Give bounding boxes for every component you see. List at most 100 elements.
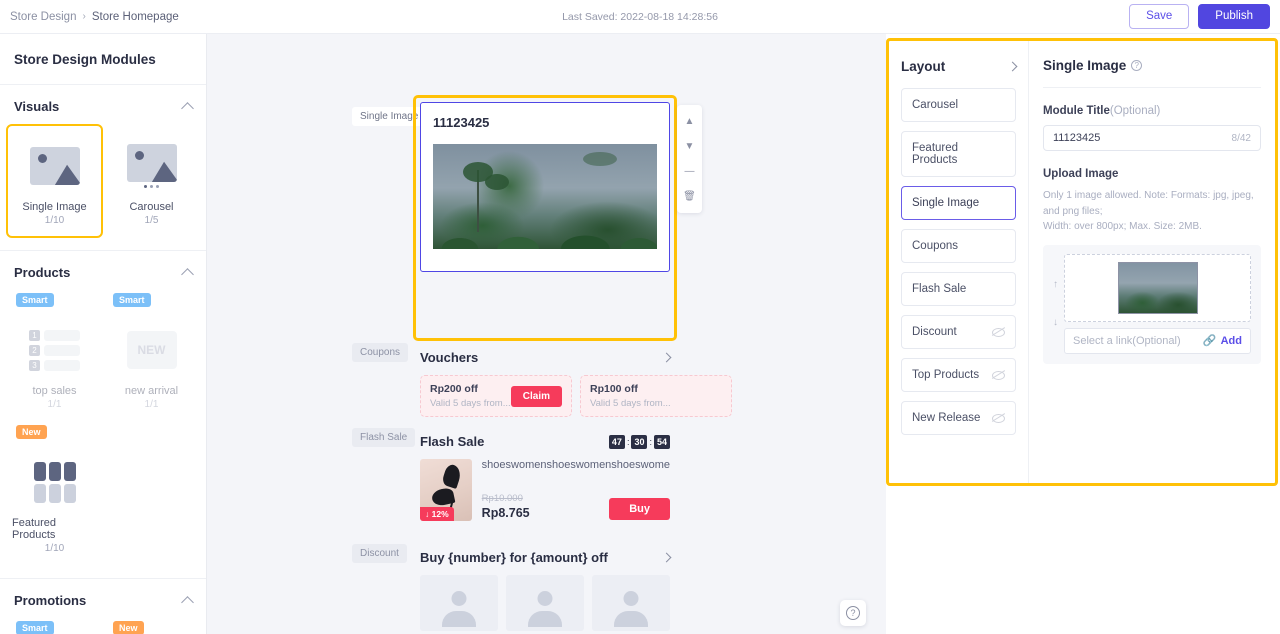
chevron-up-icon[interactable] (181, 595, 194, 609)
uploaded-image-thumbnail[interactable] (1117, 261, 1198, 314)
sidebar-section-promotions[interactable]: Promotions (0, 579, 206, 618)
image-dropzone[interactable] (1064, 253, 1251, 322)
right-panels: Layout Carousel Featured Products Single… (886, 38, 1278, 486)
layout-item-label: New Release (912, 412, 981, 424)
module-card-count: 1/10 (44, 215, 65, 226)
discount-section: Buy {number} for {amount} off (420, 550, 672, 631)
voucher-validity: Valid 5 days from... (590, 398, 671, 409)
collapse-icon[interactable]: — (683, 165, 696, 178)
layout-item-new-release[interactable]: New Release (901, 401, 1016, 435)
module-card-count: 1/5 (144, 215, 159, 226)
layout-panel-title: Layout (901, 59, 946, 74)
move-up-icon[interactable]: ↑ (1053, 279, 1058, 290)
layout-panel: Layout Carousel Featured Products Single… (889, 41, 1029, 483)
voucher-card[interactable]: Rp200 off Valid 5 days from... Claim (420, 375, 572, 417)
section-label-promotions: Promotions (14, 593, 87, 608)
discount-badge: ↓ 12% (420, 507, 454, 521)
link-placeholder: Select a link(Optional) (1073, 334, 1181, 347)
sidebar-section-visuals[interactable]: Visuals (0, 85, 206, 124)
single-image-module-preview[interactable]: 11123425 (420, 102, 670, 272)
layout-item-label: Carousel (912, 99, 959, 111)
layout-item-coupons[interactable]: Coupons (901, 229, 1016, 263)
flash-sale-title: Flash Sale (420, 434, 485, 449)
image-placeholder-icon (29, 138, 80, 194)
carousel-icon (126, 138, 177, 194)
publish-button[interactable]: Publish (1198, 3, 1270, 30)
flash-sale-product-image[interactable]: ↓ 12% (420, 459, 472, 521)
module-tag-flash-sale[interactable]: Flash Sale (352, 428, 416, 447)
delete-icon[interactable]: 🗑 (683, 190, 696, 203)
promotions-badges-row: Smart New (0, 618, 206, 634)
settings-panel-title: Single Image (1043, 58, 1127, 73)
voucher-name: Rp100 off (590, 383, 638, 395)
section-label-products: Products (14, 265, 71, 280)
store-design-modules-sidebar: Store Design Modules Visuals Single Imag… (0, 34, 207, 634)
chevron-up-icon[interactable] (181, 101, 194, 115)
layout-item-label: Featured Products (912, 142, 959, 166)
module-card-new-arrival[interactable]: NEW new arrival 1/1 (103, 308, 200, 422)
layout-item-label: Single Image (912, 197, 980, 209)
module-card-featured-products[interactable]: Featured Products 1/10 (6, 440, 103, 566)
layout-item-top-products[interactable]: Top Products (901, 358, 1016, 392)
module-card-label: Featured Products (12, 517, 57, 541)
add-label: Add (1220, 334, 1242, 347)
help-circle-icon: ? (846, 606, 860, 620)
move-down-icon[interactable]: ▼ (683, 140, 696, 153)
visuals-module-grid: Single Image 1/10 Carousel 1/5 (0, 124, 206, 238)
buy-button[interactable]: Buy (609, 498, 670, 520)
vouchers-title: Vouchers (420, 350, 479, 365)
discount-title: Buy {number} for {amount} off (420, 550, 608, 565)
module-tag-coupons[interactable]: Coupons (352, 343, 409, 362)
top-actions: Save Publish (1129, 3, 1270, 30)
move-up-icon[interactable]: ▲ (683, 115, 696, 128)
module-card-count: 1/1 (47, 399, 62, 410)
products-badges-row: Smart Smart (0, 290, 206, 308)
move-down-icon[interactable]: ↓ (1053, 317, 1058, 328)
link-field[interactable]: Select a link(Optional) 🔗 Add (1064, 327, 1251, 354)
eye-hidden-icon[interactable] (992, 327, 1005, 338)
chevron-right-icon[interactable] (661, 352, 672, 363)
add-link-button[interactable]: 🔗 Add (1203, 334, 1242, 348)
save-button[interactable]: Save (1129, 3, 1190, 30)
upload-area: ↑ ↓ Select a link(Optional) 🔗 Add (1043, 244, 1261, 364)
module-card-count: 1/1 (144, 399, 159, 410)
char-counter: 8/42 (1231, 132, 1251, 144)
badge-new: New (113, 621, 144, 634)
original-price: Rp10.000 (481, 493, 523, 504)
claim-button[interactable]: Claim (510, 385, 562, 407)
help-circle-icon[interactable]: ? (1131, 60, 1143, 71)
module-title-label: Module Title(Optional) (1043, 105, 1161, 117)
eye-hidden-icon[interactable] (992, 413, 1005, 424)
eye-hidden-icon[interactable] (992, 370, 1005, 381)
breadcrumb-root[interactable]: Store Design (10, 11, 76, 23)
badge-new: New (16, 425, 47, 439)
module-card-top-sales[interactable]: 123 top sales 1/1 (6, 308, 103, 422)
chevron-up-icon[interactable] (181, 267, 194, 281)
products-module-grid: 123 top sales 1/1 NEW new arrival 1/1 (0, 308, 206, 422)
vouchers-section: Vouchers Rp200 off Valid 5 days from... … (420, 350, 732, 417)
preview-module-title: 11123425 (433, 115, 490, 130)
flash-sale-product-name: shoeswomenshoeswomenshoeswome (481, 459, 670, 471)
module-tag-discount[interactable]: Discount (352, 544, 407, 563)
module-title-input[interactable]: 11123425 8/42 (1043, 125, 1261, 151)
voucher-card[interactable]: Rp100 off Valid 5 days from... (580, 375, 732, 417)
layout-item-carousel[interactable]: Carousel (901, 88, 1016, 122)
module-title-value: 11123425 (1053, 132, 1101, 144)
layout-item-featured-products[interactable]: Featured Products (901, 131, 1016, 177)
sale-price: Rp8.765 (481, 506, 530, 520)
badge-smart: Smart (113, 293, 151, 307)
badge-smart: Smart (16, 293, 54, 307)
last-saved-label: Last Saved: 2022-08-18 14:28:56 (562, 10, 718, 23)
layout-item-flash-sale[interactable]: Flash Sale (901, 272, 1016, 306)
module-card-carousel[interactable]: Carousel 1/5 (103, 124, 200, 238)
layout-item-single-image[interactable]: Single Image (901, 186, 1016, 220)
layout-item-discount[interactable]: Discount (901, 315, 1016, 349)
voucher-validity: Valid 5 days from... (430, 398, 511, 409)
chevron-right-icon[interactable] (661, 552, 672, 563)
chevron-right-icon[interactable] (1007, 61, 1018, 72)
module-card-single-image[interactable]: Single Image 1/10 (6, 124, 103, 238)
help-button[interactable]: ? (840, 600, 866, 626)
featured-module-grid: Featured Products 1/10 (0, 440, 206, 566)
sidebar-section-products[interactable]: Products (0, 251, 206, 290)
module-card-label: new arrival (124, 385, 179, 397)
